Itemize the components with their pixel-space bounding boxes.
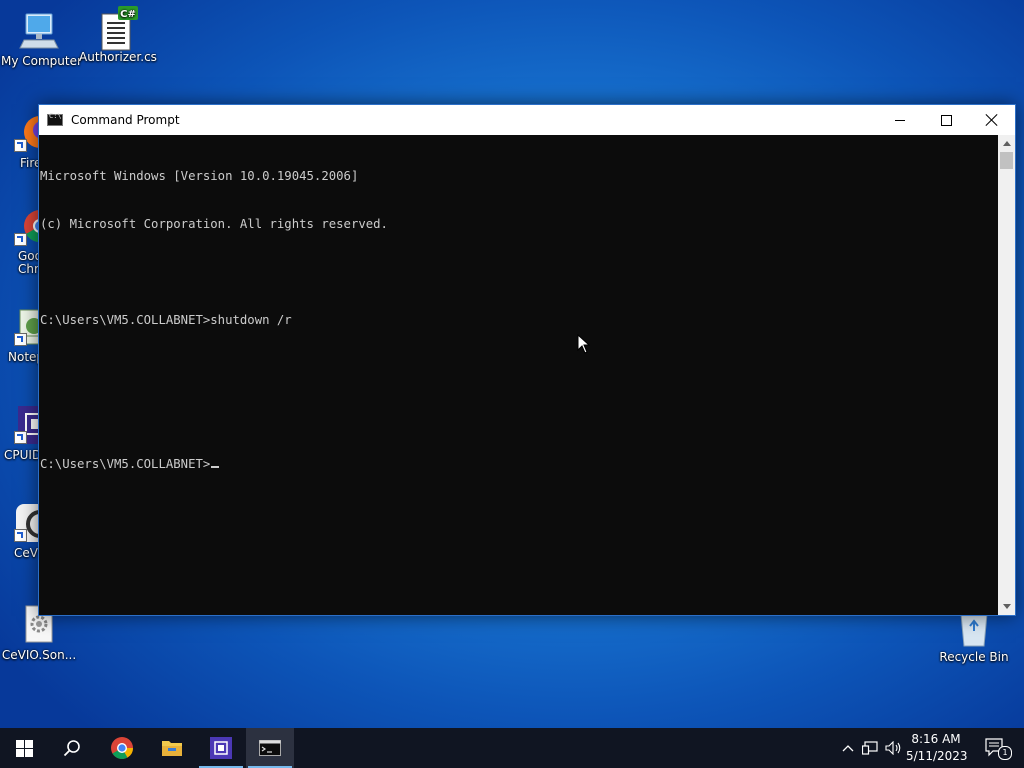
taskbar-clock[interactable]: 8:16 AM 5/11/2023 <box>906 731 968 765</box>
svg-text:C#: C# <box>120 9 136 20</box>
cmd-icon <box>259 740 281 756</box>
console-prompt-line[interactable]: C:\Users\VM5.COLLABNET> <box>40 456 999 472</box>
search-button[interactable] <box>48 728 96 768</box>
shortcut-arrow-icon <box>14 529 27 542</box>
arrow-up-icon <box>1002 141 1011 146</box>
cmd-icon <box>47 112 63 126</box>
window-title: Command Prompt <box>71 113 180 127</box>
network-button[interactable] <box>859 728 881 768</box>
mouse-pointer-icon <box>577 333 591 358</box>
scroll-up-button[interactable] <box>998 135 1015 152</box>
arrow-down-icon <box>1002 604 1011 609</box>
maximize-icon <box>940 114 952 126</box>
minimize-button[interactable] <box>877 105 923 135</box>
console-line: C:\Users\VM5.COLLABNET>shutdown /r <box>40 313 292 327</box>
minimize-icon <box>895 119 905 121</box>
desktop-icon-label: Recycle Bin <box>939 650 1009 664</box>
desktop-icon-chrome[interactable]: Goo Chro <box>0 206 57 276</box>
desktop-icon-label: CeVI <box>14 546 42 560</box>
desktop-icon-firefox[interactable]: Fire <box>0 112 56 170</box>
action-center-button[interactable]: 1 <box>978 728 1014 768</box>
start-button[interactable] <box>0 728 48 768</box>
network-icon <box>862 741 878 755</box>
clock-date: 5/11/2023 <box>906 749 968 763</box>
console-line: (c) Microsoft Corporation. All rights re… <box>40 217 388 231</box>
taskbar-chrome-button[interactable] <box>98 728 146 768</box>
scroll-thumb[interactable] <box>1000 152 1013 169</box>
shortcut-arrow-icon <box>14 333 27 346</box>
computer-icon <box>18 10 60 52</box>
vertical-scrollbar[interactable] <box>998 135 1015 615</box>
notification-count-badge: 1 <box>998 746 1012 760</box>
window-titlebar[interactable]: Command Prompt <box>39 105 1015 135</box>
desktop-icon-cpuid[interactable]: CPUID <box>0 404 54 462</box>
desktop-icon-authorizer[interactable]: C# Authorizer.cs <box>79 6 157 64</box>
chrome-icon <box>111 737 133 759</box>
maximize-button[interactable] <box>923 105 969 135</box>
shortcut-arrow-icon <box>14 233 27 246</box>
scroll-down-button[interactable] <box>998 598 1015 615</box>
desktop-icon-label: My Computer <box>1 54 82 68</box>
search-icon <box>63 740 80 757</box>
taskbar-cpuid-button[interactable] <box>197 728 245 768</box>
show-hidden-icons-button[interactable] <box>838 728 858 768</box>
text-cursor <box>211 466 220 468</box>
console-output[interactable]: Microsoft Windows [Version 10.0.19045.20… <box>39 135 999 615</box>
clock-time: 8:16 AM <box>911 732 961 746</box>
console-prompt: C:\Users\VM5.COLLABNET> <box>40 457 211 471</box>
close-button[interactable] <box>969 105 1015 135</box>
desktop-icon-label: CPUID <box>4 448 42 462</box>
desktop-icon-cevio[interactable]: CeVI <box>0 502 54 560</box>
command-prompt-window[interactable]: Command Prompt Microsoft Windows [Versio… <box>38 104 1016 616</box>
desktop-icon-notepad[interactable]: Notep <box>0 306 51 364</box>
shortcut-arrow-icon <box>14 431 27 444</box>
desktop-icon-label: Authorizer.cs <box>79 50 157 64</box>
desktop-icon-label: CeVIO.Son... <box>1 648 77 662</box>
taskbar-cmd-button[interactable] <box>246 728 294 768</box>
volume-button[interactable] <box>883 728 905 768</box>
shortcut-arrow-icon <box>14 139 27 152</box>
file-explorer-icon <box>162 741 182 756</box>
taskbar-file-explorer-button[interactable] <box>148 728 196 768</box>
desktop-icon-label: Goo Chro <box>18 249 46 276</box>
chevron-up-icon <box>842 745 854 752</box>
start-icon <box>15 739 33 757</box>
desktop-icon-label: Fire <box>20 156 42 170</box>
close-icon <box>986 114 998 126</box>
volume-icon <box>885 741 901 755</box>
csharp-file-icon: C# <box>96 6 138 51</box>
desktop-icon-my-computer[interactable]: My Computer <box>1 10 82 68</box>
taskbar: 8:16 AM 5/11/2023 1 <box>0 728 1024 768</box>
system-tray: 8:16 AM 5/11/2023 1 <box>834 728 1024 768</box>
cpuid-icon <box>210 737 232 759</box>
desktop-icon-label: Notep <box>8 350 45 364</box>
console-line: Microsoft Windows [Version 10.0.19045.20… <box>40 169 359 183</box>
